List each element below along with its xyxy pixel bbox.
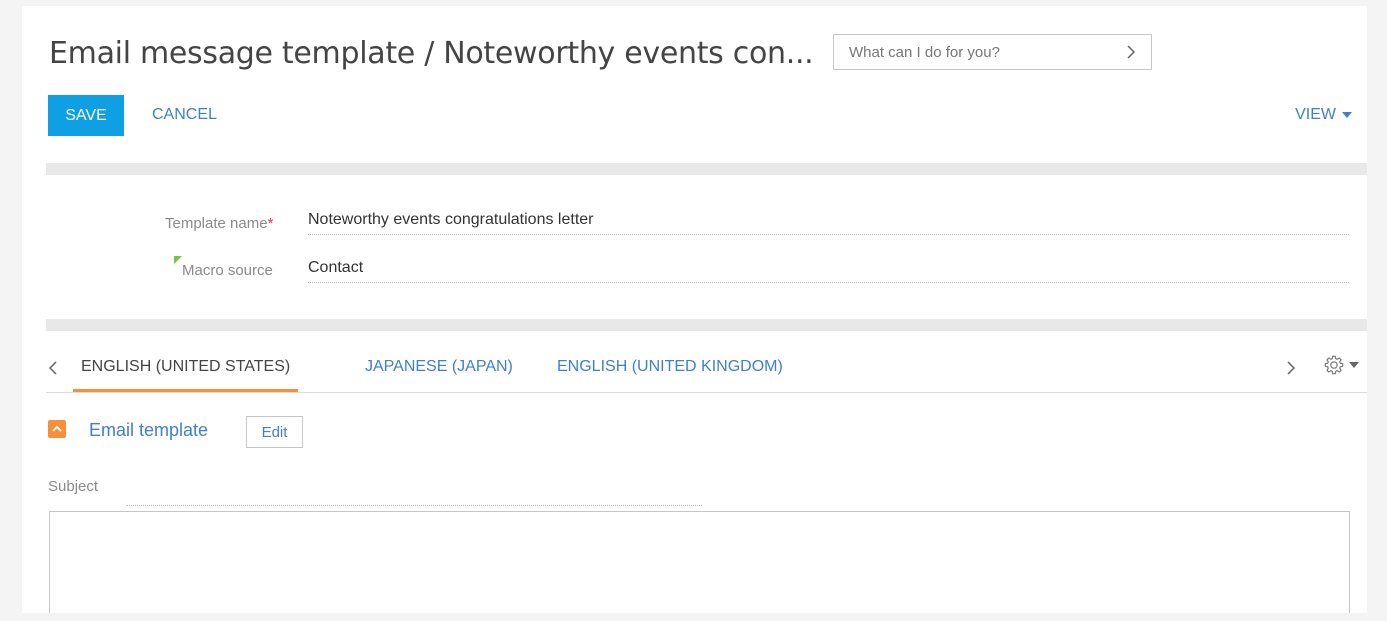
macro-source-label: Macro source <box>182 262 273 279</box>
caret-down-icon <box>1349 362 1359 368</box>
email-template-group-title[interactable]: Email template <box>89 420 208 441</box>
view-button-label: VIEW <box>1295 106 1336 123</box>
macro-source-field[interactable]: Contact <box>308 257 1349 283</box>
caret-down-icon <box>1342 112 1352 118</box>
page-container: Email message template / Noteworthy even… <box>22 6 1367 613</box>
collapse-group-button[interactable] <box>48 420 66 438</box>
edit-button[interactable]: Edit <box>246 416 303 448</box>
section-divider <box>46 319 1367 331</box>
template-name-label-text: Template name <box>165 215 268 232</box>
template-name-field[interactable]: Noteworthy events congratulations letter <box>308 209 1349 235</box>
language-tabs: ENGLISH (UNITED STATES) JAPANESE (JAPAN)… <box>46 346 1367 393</box>
subject-field[interactable] <box>126 504 702 506</box>
template-name-label: Template name* <box>165 215 273 232</box>
view-button[interactable]: VIEW <box>1295 106 1352 124</box>
command-search-box[interactable] <box>833 34 1152 70</box>
command-search-input[interactable] <box>834 35 1129 69</box>
subject-label: Subject <box>48 478 99 495</box>
chevron-up-icon <box>52 425 62 432</box>
tab-english-us[interactable]: ENGLISH (UNITED STATES) <box>73 358 299 392</box>
gear-icon <box>1324 355 1344 375</box>
save-button[interactable]: SAVE <box>48 95 124 136</box>
chevron-right-icon[interactable] <box>1284 358 1298 378</box>
tab-japanese[interactable]: JAPANESE (JAPAN) <box>357 358 521 376</box>
required-marker: * <box>267 215 274 232</box>
page-title: Email message template / Noteworthy even… <box>49 36 814 71</box>
macro-source-flag-icon <box>174 256 182 264</box>
section-divider <box>46 163 1367 175</box>
email-body-editor[interactable] <box>49 511 1350 613</box>
chevron-right-icon[interactable] <box>1123 43 1139 61</box>
tab-english-uk[interactable]: ENGLISH (UNITED KINGDOM) <box>549 358 791 376</box>
cancel-button[interactable]: CANCEL <box>152 106 217 124</box>
chevron-left-icon[interactable] <box>46 358 60 378</box>
tabs-settings-button[interactable] <box>1323 354 1359 376</box>
